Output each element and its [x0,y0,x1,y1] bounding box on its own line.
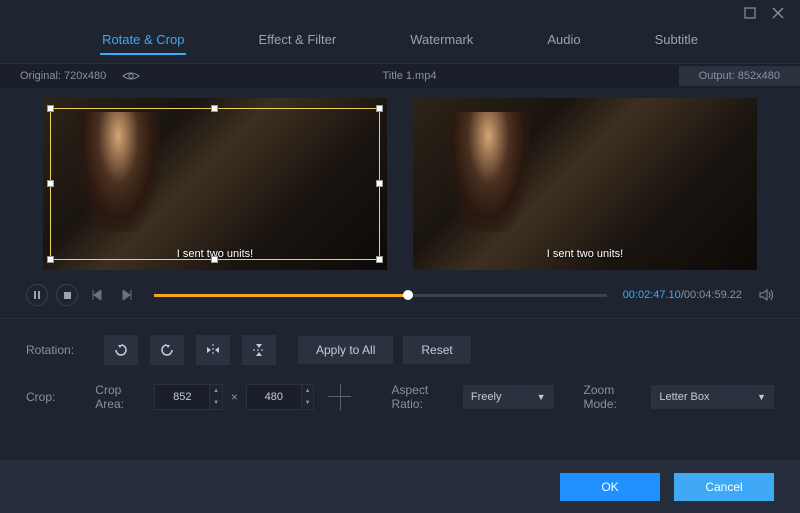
info-bar: Original: 720x480 Title 1.mp4 Output: 85… [0,64,800,88]
crop-width-stepper[interactable]: ▲▼ [210,384,223,410]
reset-button[interactable]: Reset [403,336,470,364]
tab-audio[interactable]: Audio [545,26,582,55]
close-icon[interactable] [772,7,784,19]
zoom-mode-select[interactable]: Letter Box▼ [651,385,774,409]
output-subtitle: I sent two units! [413,248,757,260]
tab-rotate-crop[interactable]: Rotate & Crop [100,26,186,55]
timecode: 00:02:47.10/00:04:59.22 [623,289,742,301]
rotate-cw-button[interactable] [150,335,184,365]
cancel-button[interactable]: Cancel [674,473,774,501]
seek-thumb[interactable] [403,290,413,300]
next-frame-button[interactable] [116,284,138,306]
crop-area-label: Crop Area: [95,383,146,411]
apply-all-button[interactable]: Apply to All [298,336,393,364]
rotate-ccw-button[interactable] [104,335,138,365]
tab-subtitle[interactable]: Subtitle [653,26,700,55]
prev-frame-button[interactable] [86,284,108,306]
flip-horizontal-button[interactable] [196,335,230,365]
crop-width-input[interactable] [154,384,210,410]
current-time: 00:02:47.10 [623,289,681,301]
rotation-label: Rotation: [26,343,104,357]
file-title: Title 1.mp4 [329,70,489,82]
crop-label: Crop: [26,390,95,404]
crop-height-stepper[interactable]: ▲▼ [302,384,315,410]
volume-icon[interactable] [758,287,774,303]
aspect-ratio-select[interactable]: Freely▼ [463,385,554,409]
chevron-down-icon: ▼ [757,392,766,402]
source-subtitle: I sent two units! [43,248,387,260]
aspect-ratio-label: Aspect Ratio: [391,383,454,411]
source-preview[interactable]: I sent two units! [43,98,387,270]
tab-watermark[interactable]: Watermark [408,26,475,55]
seek-slider[interactable] [154,294,607,297]
tabs: Rotate & Crop Effect & Filter Watermark … [0,26,800,64]
output-resolution: Output: 852x480 [679,66,800,86]
eye-icon[interactable] [122,70,140,82]
stop-button[interactable] [56,284,78,306]
output-preview: I sent two units! [413,98,757,270]
x-separator: × [231,390,238,404]
original-resolution: Original: 720x480 [20,70,106,82]
ok-button[interactable]: OK [560,473,660,501]
chevron-down-icon: ▼ [537,392,546,402]
center-crop-icon[interactable] [328,384,351,410]
maximize-icon[interactable] [744,7,756,19]
flip-vertical-button[interactable] [242,335,276,365]
zoom-mode-label: Zoom Mode: [584,383,644,411]
tab-effect-filter[interactable]: Effect & Filter [256,26,338,55]
pause-button[interactable] [26,284,48,306]
total-time: 00:04:59.22 [684,289,742,301]
crop-height-input[interactable] [246,384,302,410]
